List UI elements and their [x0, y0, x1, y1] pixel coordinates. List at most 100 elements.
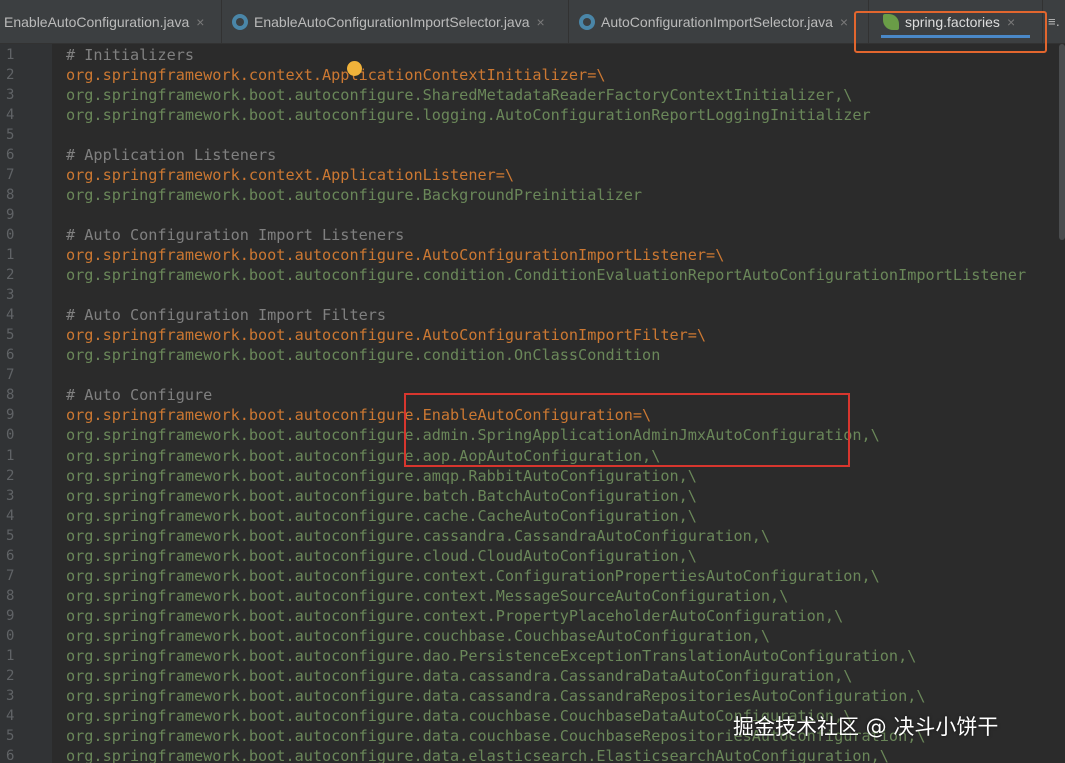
line-number: 3	[6, 688, 15, 705]
line-number: 4	[6, 106, 15, 123]
property-value: org.springframework.boot.autoconfigure.c…	[66, 506, 697, 525]
property-value: org.springframework.boot.autoconfigure.S…	[66, 85, 853, 104]
code-line[interactable]: 5 org.springframework.boot.autoconfigure.…	[0, 526, 1065, 546]
code-line[interactable]: 2 org.springframework.boot.autoconfigure.…	[0, 666, 1065, 686]
code-line[interactable]: 6 org.springframework.boot.autoconfigure.…	[0, 546, 1065, 566]
java-class-icon	[232, 14, 248, 30]
line-number: 4	[6, 708, 15, 725]
code-line[interactable]: 6 org.springframework.boot.autoconfigure.…	[0, 746, 1065, 763]
line-number: 6	[6, 347, 15, 364]
line-number: 1	[6, 247, 15, 263]
code-line[interactable]: 2 org.springframework.boot.autoconfigure.…	[0, 265, 1065, 285]
code-line[interactable]: 2 org.springframework.context.Application…	[0, 65, 1065, 85]
tab-label: EnableAutoConfigurationImportSelector.ja…	[254, 14, 530, 30]
code-line[interactable]: 4 org.springframework.boot.autoconfigure.…	[0, 105, 1065, 125]
property-value: org.springframework.boot.autoconfigure.B…	[66, 185, 643, 204]
line-number: 9	[6, 407, 15, 424]
tab-overflow-menu-icon[interactable]: ≡․	[1048, 14, 1065, 32]
close-icon[interactable]: ×	[537, 14, 545, 30]
line-number: 5	[6, 728, 15, 745]
code-line[interactable]: 1 org.springframework.boot.autoconfigure.…	[0, 245, 1065, 265]
property-value: org.springframework.boot.autoconfigure.d…	[66, 667, 853, 686]
code-line[interactable]: 6 # Application Listeners	[0, 145, 1065, 165]
line-number: 3	[6, 86, 15, 103]
code-line[interactable]: 8 org.springframework.boot.autoconfigure.…	[0, 586, 1065, 606]
code-line[interactable]: 0 org.springframework.boot.autoconfigure.…	[0, 626, 1065, 646]
line-number: 1	[6, 648, 15, 664]
property-value: org.springframework.boot.autoconfigure.a…	[66, 446, 661, 465]
code-line[interactable]: 0 org.springframework.boot.autoconfigure.…	[0, 425, 1065, 445]
code-line[interactable]: 3 org.springframework.boot.autoconfigure.…	[0, 686, 1065, 706]
line-number: 6	[6, 748, 15, 763]
code-line[interactable]: 7	[0, 365, 1065, 385]
code-line[interactable]: 7 org.springframework.boot.autoconfigure.…	[0, 566, 1065, 586]
line-number: 1	[6, 447, 15, 464]
code-line[interactable]: 0 # Auto Configuration Import Listeners	[0, 225, 1065, 245]
java-class-icon	[579, 14, 595, 30]
code-line[interactable]: 2 org.springframework.boot.autoconfigure.…	[0, 466, 1065, 486]
line-number: 8	[6, 186, 15, 203]
line-number: 4	[6, 507, 15, 524]
property-value: org.springframework.boot.autoconfigure.d…	[66, 747, 889, 763]
code-line[interactable]: 3 org.springframework.boot.autoconfigure.…	[0, 85, 1065, 105]
code-line[interactable]: 9 org.springframework.boot.autoconfigure.…	[0, 606, 1065, 626]
tab-enable-auto-configuration[interactable]: EnableAutoConfiguration.java ×	[0, 0, 222, 44]
line-number: 8	[6, 587, 15, 604]
comment-text: # Initializers	[66, 45, 195, 64]
code-line[interactable]: 5	[0, 125, 1065, 145]
line-number: 8	[6, 387, 15, 404]
property-value: org.springframework.boot.autoconfigure.b…	[66, 486, 697, 505]
code-line[interactable]: 1 org.springframework.boot.autoconfigure.…	[0, 646, 1065, 666]
property-value: org.springframework.boot.autoconfigure.c…	[66, 606, 844, 625]
property-key: org.springframework.context.ApplicationC…	[66, 65, 606, 84]
line-number: 0	[6, 226, 15, 243]
line-number: 2	[6, 467, 15, 484]
code-line[interactable]: 3	[0, 285, 1065, 305]
code-line[interactable]: 7 org.springframework.context.Application…	[0, 165, 1065, 185]
tab-enable-auto-configuration-import-selector[interactable]: EnableAutoConfigurationImportSelector.ja…	[222, 0, 569, 44]
code-line[interactable]: 4 # Auto Configuration Import Filters	[0, 305, 1065, 325]
property-value: org.springframework.boot.autoconfigure.c…	[66, 526, 771, 545]
line-number: 1	[6, 46, 15, 63]
lightbulb-icon[interactable]	[347, 61, 362, 76]
property-value: org.springframework.boot.autoconfigure.c…	[66, 586, 789, 605]
code-line[interactable]: 5 org.springframework.boot.autoconfigure.…	[0, 325, 1065, 345]
line-number: 9	[6, 607, 15, 624]
active-tab-indicator	[881, 35, 1030, 38]
line-number: 7	[6, 166, 15, 183]
property-key: org.springframework.boot.autoconfigure.A…	[66, 326, 707, 345]
editor-tab-bar: EnableAutoConfiguration.java × EnableAut…	[0, 0, 1065, 44]
property-value: org.springframework.boot.autoconfigure.d…	[66, 647, 917, 665]
close-icon[interactable]: ×	[840, 14, 848, 30]
line-number: 5	[6, 126, 15, 143]
close-icon[interactable]: ×	[1007, 14, 1015, 30]
code-line[interactable]: 6 org.springframework.boot.autoconfigure.…	[0, 345, 1065, 365]
line-number: 6	[6, 547, 15, 564]
watermark: 掘金技术社区 @ 决斗小饼干	[733, 715, 999, 739]
code-line[interactable]: 1 # Initializers	[0, 45, 1065, 65]
code-line[interactable]: 9	[0, 205, 1065, 225]
property-value: org.springframework.boot.autoconfigure.c…	[66, 546, 697, 565]
property-value: org.springframework.boot.autoconfigure.a…	[66, 466, 697, 485]
code-line[interactable]: 8 org.springframework.boot.autoconfigure.…	[0, 185, 1065, 205]
tab-spring-factories[interactable]: spring.factories ×	[869, 0, 1043, 44]
property-value: org.springframework.boot.autoconfigure.c…	[66, 626, 771, 645]
line-number: 2	[6, 66, 15, 83]
code-line[interactable]: 4 org.springframework.boot.autoconfigure.…	[0, 506, 1065, 526]
code-editor[interactable]: 1 # Initializers 2 org.springframework.cont…	[0, 44, 1065, 763]
line-number: 9	[6, 206, 15, 223]
code-line[interactable]: 8 # Auto Configure	[0, 385, 1065, 405]
code-line[interactable]: 1 org.springframework.boot.autoconfigure.…	[0, 446, 1065, 466]
line-number: 3	[6, 287, 15, 304]
line-number: 5	[6, 527, 15, 544]
code-line[interactable]: 9 org.springframework.boot.autoconfigure.…	[0, 405, 1065, 425]
code-line[interactable]: 3 org.springframework.boot.autoconfigure.…	[0, 486, 1065, 506]
line-number: 7	[6, 567, 15, 584]
tab-auto-configuration-import-selector[interactable]: AutoConfigurationImportSelector.java ×	[569, 0, 869, 44]
tab-label: spring.factories	[905, 14, 1000, 30]
close-icon[interactable]: ×	[196, 14, 204, 30]
line-number: 3	[6, 487, 15, 504]
line-number: 5	[6, 327, 15, 344]
scrollbar-thumb[interactable]	[1059, 44, 1065, 240]
line-number: 2	[6, 267, 15, 284]
